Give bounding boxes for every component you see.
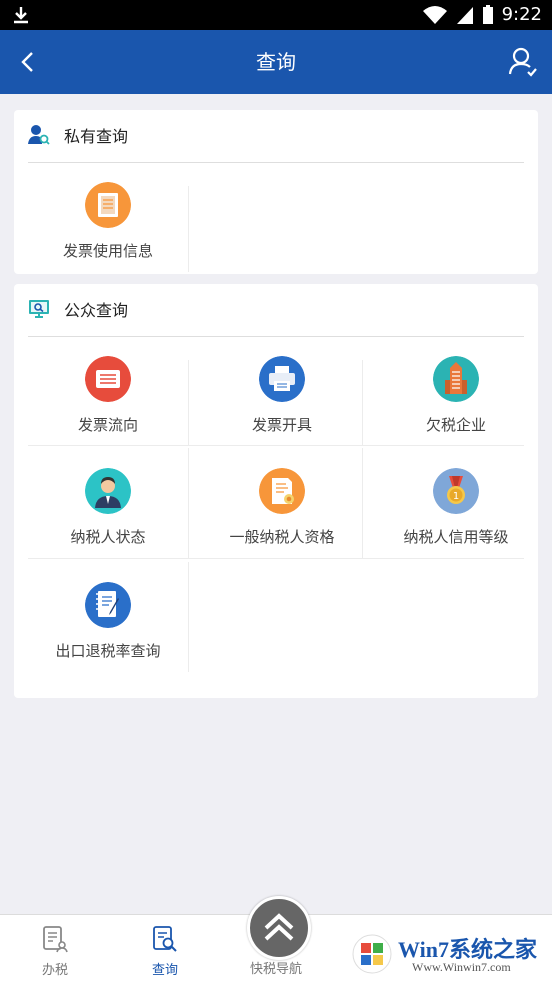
- tab-query[interactable]: 查询: [110, 915, 220, 983]
- public-item-invoice-flow[interactable]: 发票流向: [28, 336, 188, 448]
- user-icon[interactable]: [508, 46, 538, 78]
- private-item-invoice-usage[interactable]: 发票使用信息: [28, 162, 188, 274]
- watermark-url-text: Www.Winwin7.com: [412, 960, 511, 974]
- watermark: Win7系统之家 Www.Winwin7.com: [352, 928, 548, 980]
- public-item-label: 一般纳税人资格: [229, 528, 335, 546]
- public-item-label: 出口退税率查询: [55, 642, 161, 660]
- download-icon: [14, 7, 28, 24]
- public-item-label: 纳税人信用等级: [403, 528, 509, 546]
- public-query-header: 公众查询: [28, 284, 524, 337]
- public-query-card: 公众查询 发票流向 发票开具 欠税企业 纳税人状态 一般纳税人资格 1 纳税人信…: [14, 284, 538, 698]
- tab-tax-handling[interactable]: 办税: [0, 915, 110, 983]
- public-item-label: 发票流向: [77, 416, 138, 434]
- system-status: 9:22: [422, 4, 542, 26]
- tab-label: 查询: [151, 963, 178, 978]
- status-time: 9:22: [501, 4, 542, 25]
- tax-doc-icon: [43, 926, 68, 953]
- public-item-tax-arrears-enterprise[interactable]: 欠税企业: [376, 336, 536, 448]
- quick-tax-nav-label: 快税导航: [249, 962, 302, 977]
- quick-tax-nav-button[interactable]: [247, 896, 311, 960]
- person-icon: [85, 468, 131, 514]
- invoice-flow-icon: [85, 356, 131, 402]
- monitor-search-icon: [29, 300, 49, 318]
- divider: [188, 186, 189, 272]
- building-icon: [433, 356, 479, 402]
- printer-icon: [259, 356, 305, 402]
- public-item-label: 纳税人状态: [70, 528, 146, 546]
- divider: [362, 448, 363, 558]
- divider: [188, 448, 189, 558]
- divider: [362, 360, 363, 446]
- tab-label: 办税: [41, 963, 68, 978]
- wifi-icon: [422, 6, 447, 24]
- public-item-general-taxpayer-qualification[interactable]: 一般纳税人资格: [202, 448, 362, 560]
- public-item-export-refund-rate[interactable]: 出口退税率查询: [28, 562, 188, 674]
- certificate-icon: [259, 468, 305, 514]
- app-header: 查询: [0, 30, 552, 94]
- signal-icon: [456, 7, 473, 24]
- private-query-card: 私有查询 发票使用信息: [14, 110, 538, 274]
- private-item-label: 发票使用信息: [62, 242, 153, 260]
- public-item-invoice-issue[interactable]: 发票开具: [202, 336, 362, 448]
- battery-icon: [482, 5, 493, 24]
- search-doc-icon: [153, 926, 177, 952]
- svg-text:1: 1: [453, 491, 459, 502]
- public-item-taxpayer-credit-rating[interactable]: 1 纳税人信用等级: [376, 448, 536, 560]
- invoice-usage-icon: [85, 182, 131, 228]
- user-search-icon: [28, 125, 50, 145]
- double-chevron-up-icon: [264, 913, 294, 941]
- windows-logo-icon: [352, 934, 392, 974]
- public-item-label: 欠税企业: [425, 416, 486, 434]
- page-title: 查询: [256, 50, 296, 74]
- private-query-title: 私有查询: [64, 127, 129, 146]
- notebook-icon: [85, 582, 131, 628]
- divider: [188, 562, 189, 672]
- divider: [188, 360, 189, 446]
- medal-icon: 1: [433, 468, 479, 514]
- private-query-header: 私有查询: [28, 110, 524, 163]
- public-item-label: 发票开具: [251, 416, 312, 434]
- status-bar: 9:22: [0, 0, 552, 30]
- public-query-title: 公众查询: [64, 301, 129, 320]
- public-item-taxpayer-status[interactable]: 纳税人状态: [28, 448, 188, 560]
